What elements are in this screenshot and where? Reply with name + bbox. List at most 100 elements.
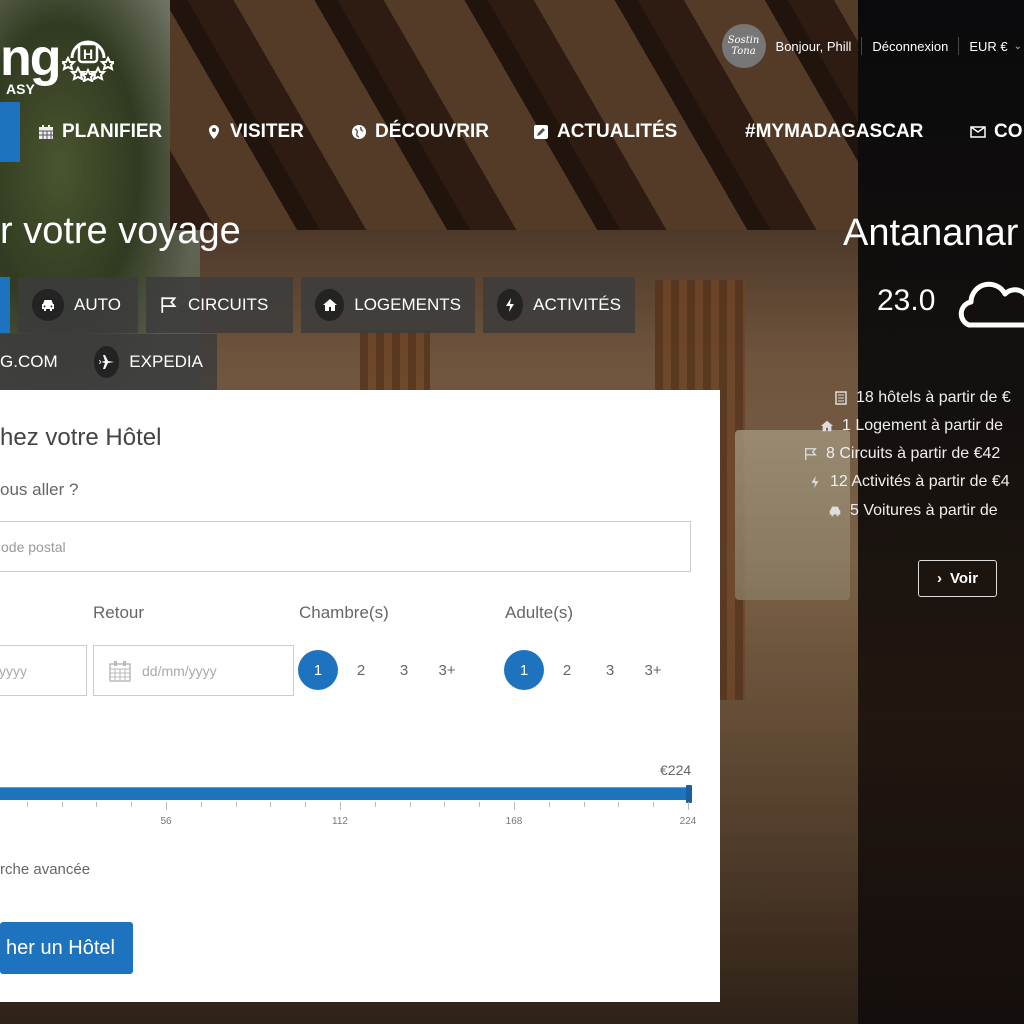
home-icon [820, 420, 834, 432]
slider-tick [166, 802, 167, 810]
calendar-icon [109, 660, 131, 682]
user-bar: Sostin Tona Bonjour, Phill Déconnexion E… [721, 24, 1024, 68]
avatar[interactable]: Sostin Tona [721, 24, 766, 68]
nav-label: CO [994, 121, 1023, 142]
rooms-selector: 1 2 3 3+ [298, 650, 470, 690]
svg-text:H: H [83, 46, 93, 62]
return-date-input[interactable]: dd/mm/yyyy [93, 645, 294, 696]
slider-tick [270, 802, 272, 807]
edit-icon [534, 125, 548, 139]
nav-label: PLANIFIER [62, 121, 163, 142]
nav-label: VISITER [230, 121, 304, 142]
slider-tick [340, 802, 341, 810]
slider-tick [514, 802, 515, 810]
nav-active-item[interactable] [0, 102, 20, 162]
destination-input[interactable]: ode postal [0, 521, 691, 572]
nav-item-decouvrir[interactable]: DÉCOUVRIR [351, 102, 489, 162]
nav-item-planifier[interactable]: PLANIFIER [38, 102, 162, 162]
tab-booking[interactable]: G.COM [0, 334, 80, 390]
slider-tick [479, 802, 481, 807]
adults-option[interactable]: 3+ [633, 650, 673, 690]
destination-placeholder: ode postal [1, 538, 66, 555]
tab-auto[interactable]: AUTO [18, 277, 138, 333]
calendar-icon [39, 125, 53, 139]
return-label: Retour [93, 603, 145, 622]
home-icon [315, 289, 345, 321]
slider-tick [653, 802, 655, 807]
tab-label: CIRCUITS [188, 295, 269, 314]
slider-tick [583, 802, 585, 807]
stat-logements[interactable]: 1 Logement à partir de [820, 413, 1003, 439]
tab-label: EXPEDIA [129, 352, 203, 371]
divider [958, 37, 960, 55]
advanced-search-link[interactable]: rche avancée [0, 861, 90, 878]
tab-label: G.COM [0, 352, 58, 371]
chevron-right-icon: › [936, 570, 942, 587]
rooms-option[interactable]: 3 [384, 650, 424, 690]
slider-tick [61, 802, 63, 807]
globe-icon [352, 125, 366, 139]
slider-tick [200, 802, 202, 807]
logo-subtext: ASY [6, 81, 35, 97]
rooms-label: Chambre(s) [299, 603, 389, 622]
checkin-date-input[interactable]: yyyy [0, 645, 87, 696]
stat-text: 8 Circuits à partir de €42 [826, 445, 1001, 462]
price-max-value: €224 [660, 762, 692, 778]
stat-voitures[interactable]: 5 Voitures à partir de [828, 498, 998, 524]
tab-logements[interactable]: LOGEMENTS [301, 277, 475, 333]
slider-tick [374, 802, 376, 807]
bolt-icon [497, 289, 524, 321]
adults-option[interactable]: 2 [547, 650, 587, 690]
logo-text: ng [0, 29, 62, 87]
rooms-option[interactable]: 3+ [427, 650, 467, 690]
nav-item-mymadagascar[interactable]: #MYMADAGASCAR [745, 102, 923, 162]
adults-label: Adulte(s) [505, 603, 574, 622]
slider-tick [444, 802, 446, 807]
stat-activites[interactable]: 12 Activités à partir de €4 [808, 469, 1010, 495]
search-hotel-button[interactable]: her un Hôtel [0, 922, 133, 974]
nav-label: ACTUALITÉS [557, 121, 678, 142]
stat-text: 18 hôtels à partir de € [856, 389, 1011, 406]
slider-tick-label: 168 [505, 816, 523, 827]
nav-label: DÉCOUVRIR [375, 121, 490, 142]
flag-icon [161, 297, 177, 313]
voir-button[interactable]: › Voir [918, 560, 997, 597]
stat-text: 5 Voitures à partir de [850, 502, 998, 519]
slider-tick [96, 802, 98, 807]
destination-label: ous aller ? [0, 480, 79, 499]
nav-label: #MYMADAGASCAR [745, 121, 924, 142]
envelope-icon [970, 126, 986, 138]
hotel-badge-icon: H [62, 40, 114, 82]
price-slider[interactable] [0, 785, 692, 803]
nav-item-visiter[interactable]: VISITER [206, 102, 304, 162]
tab-expedia[interactable]: EXPEDIA [80, 334, 217, 390]
slider-tick-label: 112 [332, 816, 348, 827]
tab-circuits[interactable]: CIRCUITS [146, 277, 293, 333]
slider-tick [548, 802, 550, 807]
stat-hotels[interactable]: 18 hôtels à partir de € [834, 385, 1011, 411]
logout-link[interactable]: Déconnexion [872, 39, 948, 54]
stat-circuits[interactable]: 8 Circuits à partir de €42 [804, 441, 1000, 467]
rooms-option[interactable]: 1 [298, 650, 338, 690]
cloud-icon [958, 281, 1024, 328]
adults-option[interactable]: 3 [590, 650, 630, 690]
site-logo[interactable]: ng ASY H [0, 24, 120, 96]
currency-select[interactable]: EUR € [969, 39, 1007, 54]
hero-title: r votre voyage [0, 210, 241, 252]
nav-item-contact[interactable]: CO [970, 102, 1023, 162]
nav-item-actualites[interactable]: ACTUALITÉS [533, 102, 677, 162]
slider-tick [305, 802, 307, 807]
rooms-option[interactable]: 2 [341, 650, 381, 690]
checkin-placeholder: yyyy [0, 662, 27, 679]
slider-tick-label: 224 [679, 816, 697, 827]
slider-tick [235, 802, 237, 807]
price-slider-handle[interactable] [686, 785, 692, 803]
tab-hotels[interactable] [0, 277, 10, 333]
return-placeholder: dd/mm/yyyy [142, 662, 217, 679]
stat-text: 1 Logement à partir de [842, 417, 1003, 434]
adults-option[interactable]: 1 [504, 650, 544, 690]
bolt-icon [811, 475, 819, 489]
building-icon [835, 391, 847, 405]
price-slider-fill [0, 787, 688, 800]
tab-activites[interactable]: ACTIVITÉS [483, 277, 635, 333]
